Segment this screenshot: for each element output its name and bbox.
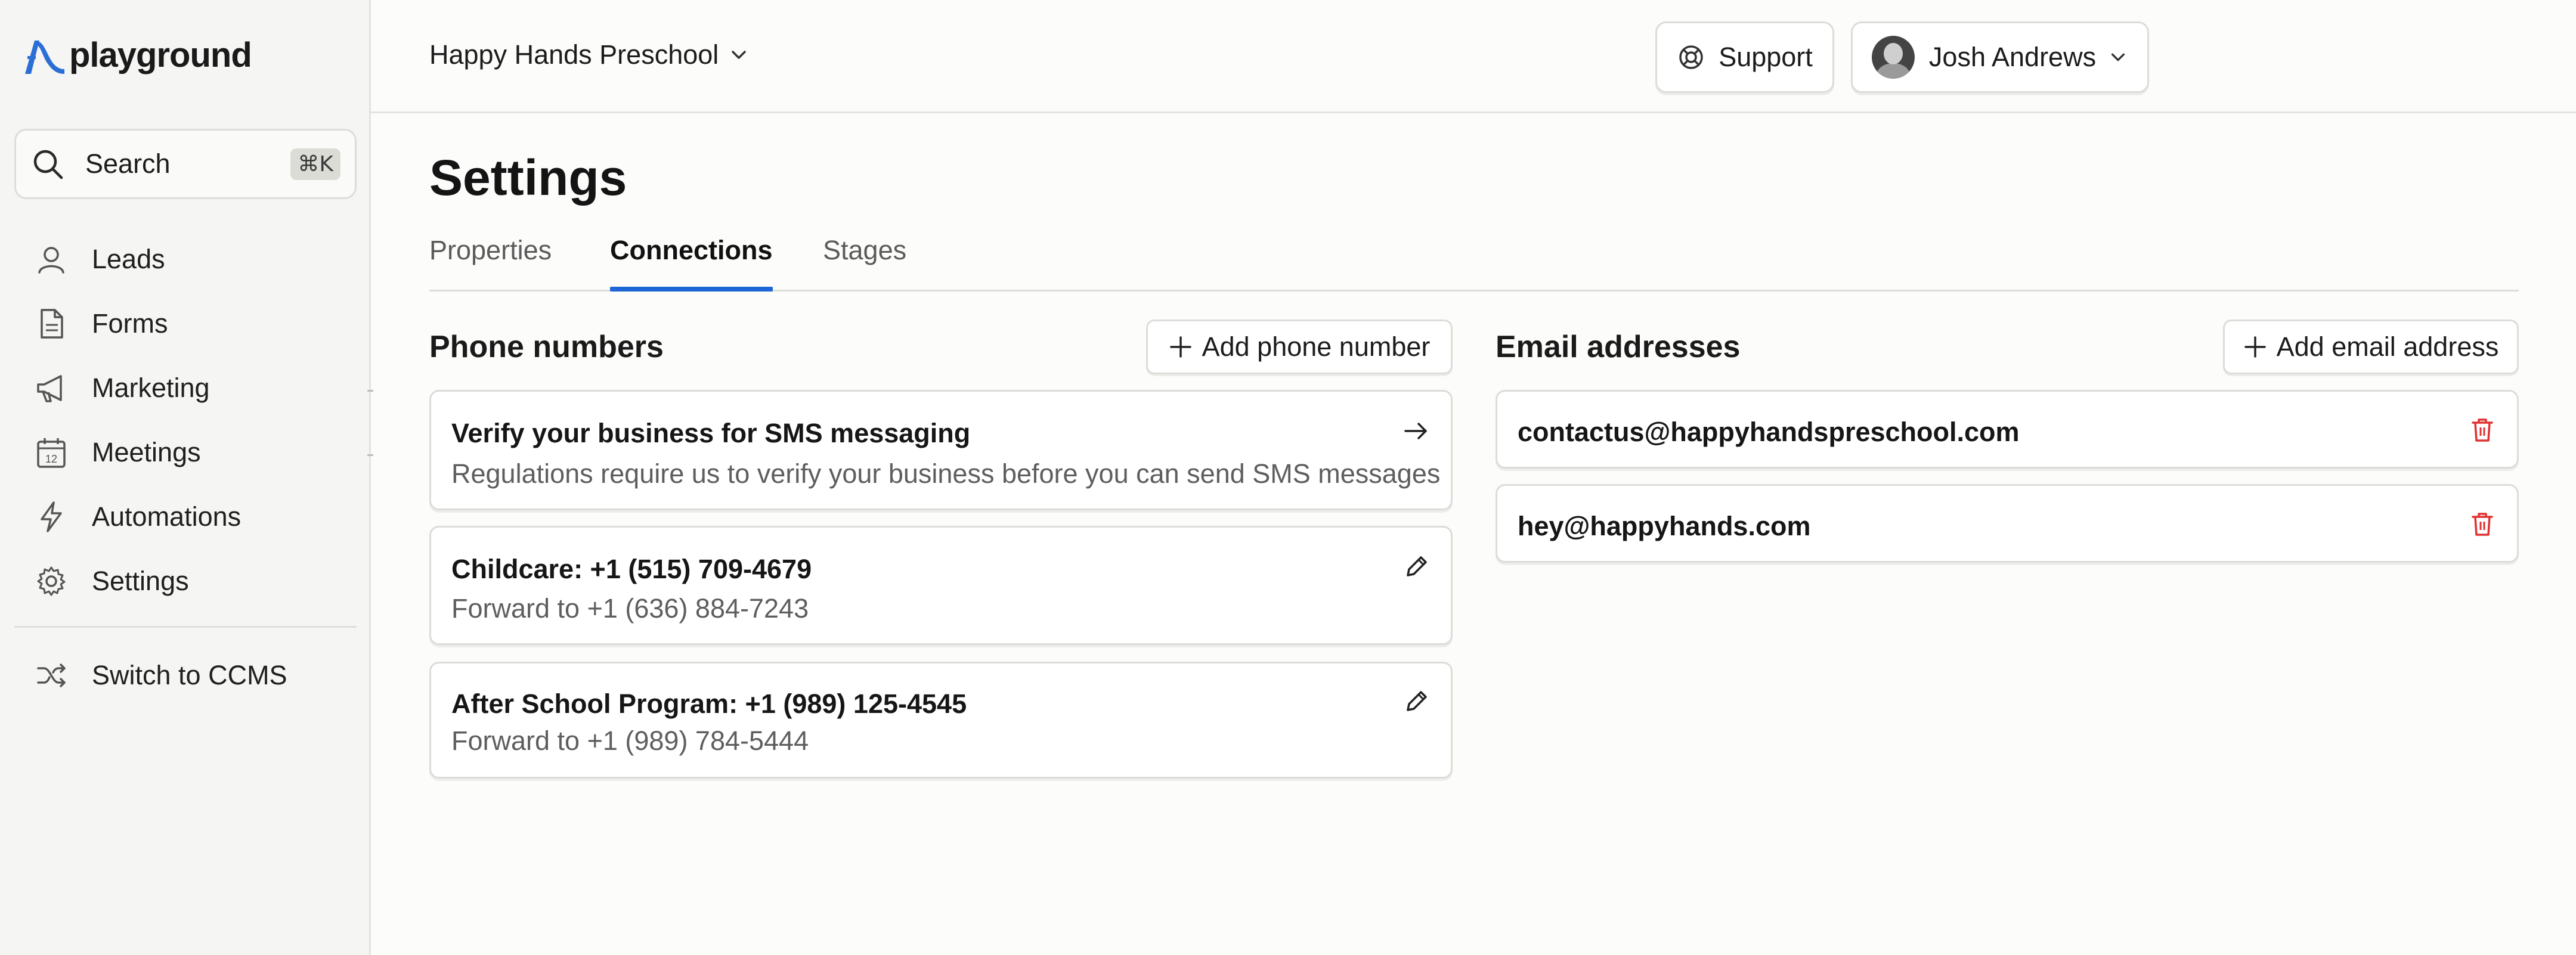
sidebar-item-settings[interactable]: Settings: [35, 560, 189, 602]
trash-delete-icon[interactable]: [2468, 510, 2497, 538]
sidebar-item-meetings[interactable]: 12 Meetings: [35, 432, 201, 473]
phone-forward-text: Forward to +1 (636) 884-7243: [451, 593, 809, 624]
tab-stages[interactable]: Stages: [823, 235, 906, 290]
email-address-card: hey@happyhands.com: [1496, 484, 2519, 563]
app-name: playground: [69, 35, 252, 75]
sidebar-item-label: Settings: [92, 566, 189, 596]
card-title: Verify your business for SMS messaging: [451, 418, 971, 448]
phone-number-title: After School Program: +1 (989) 125-4545: [451, 689, 967, 719]
slide-logo-icon: [25, 41, 64, 74]
sidebar-divider: [14, 626, 357, 628]
plus-icon: [2244, 336, 2266, 358]
tab-connections[interactable]: Connections: [610, 235, 773, 292]
card-subtitle: Regulations require us to verify your bu…: [451, 458, 1441, 489]
chevron-down-icon: [732, 51, 747, 59]
support-button[interactable]: Support: [1655, 21, 1834, 93]
email-addresses-title: Email addresses: [1496, 330, 1741, 364]
organization-name: Happy Hands Preschool: [429, 39, 719, 70]
sidebar-item-label: Meetings: [92, 437, 201, 467]
lifebuoy-icon: [1679, 45, 1703, 69]
avatar: [1871, 36, 1915, 79]
phone-number-card: After School Program: +1 (989) 125-4545 …: [429, 662, 1453, 779]
phone-numbers-title: Phone numbers: [429, 330, 664, 364]
app-logo[interactable]: playground: [19, 32, 252, 77]
user-name: Josh Andrews: [1928, 42, 2097, 72]
calendar-day-number: 12: [45, 453, 57, 465]
search-label: Search: [85, 148, 171, 179]
switch-label: Switch to CCMS: [92, 660, 287, 690]
user-icon: [38, 247, 64, 274]
sms-verification-card[interactable]: Verify your business for SMS messaging R…: [429, 390, 1453, 510]
organization-switcher[interactable]: Happy Hands Preschool: [429, 39, 750, 70]
sidebar-item-label: Forms: [92, 308, 168, 339]
sidebar-item-label: Automations: [92, 501, 242, 532]
phone-forward-text: Forward to +1 (989) 784-5444: [451, 725, 809, 756]
megaphone-icon: [37, 375, 62, 402]
document-icon: [41, 309, 63, 339]
phone-number-title: Childcare: +1 (515) 709-4679: [451, 554, 812, 584]
email-address-card: contactus@happyhandspreschool.com: [1496, 390, 2519, 469]
chevron-down-icon: [2111, 53, 2125, 61]
shuffle-icon: [37, 663, 66, 687]
search-icon: [33, 150, 63, 179]
trash-delete-icon[interactable]: [2468, 416, 2497, 444]
sidebar: playground Search ⌘K Leads Forms Marketi…: [0, 0, 373, 955]
add-phone-number-button[interactable]: Add phone number: [1146, 320, 1453, 374]
switch-to-ccms-link[interactable]: Switch to CCMS: [35, 655, 287, 696]
sidebar-item-leads[interactable]: Leads: [35, 238, 165, 280]
pencil-edit-icon[interactable]: [1402, 553, 1431, 581]
sidebar-item-label: Leads: [92, 244, 165, 274]
tab-properties[interactable]: Properties: [429, 235, 552, 290]
search-button[interactable]: Search ⌘K: [14, 129, 357, 199]
top-bar: Happy Hands Preschool Support Josh Andre…: [371, 0, 2576, 113]
sidebar-item-forms[interactable]: Forms: [35, 303, 168, 345]
sidebar-item-marketing[interactable]: Marketing: [35, 367, 210, 409]
gear-icon: [37, 566, 66, 596]
phone-number-card: Childcare: +1 (515) 709-4679 Forward to …: [429, 526, 1453, 645]
lightning-icon: [41, 501, 62, 532]
support-label: Support: [1719, 42, 1813, 72]
plus-icon: [1169, 336, 1191, 358]
add-email-address-button[interactable]: Add email address: [2223, 320, 2519, 374]
calendar-icon: 12: [37, 438, 66, 468]
user-menu-button[interactable]: Josh Andrews: [1851, 21, 2149, 93]
email-address-text: contactus@happyhandspreschool.com: [1518, 417, 2020, 447]
page-title: Settings: [429, 150, 627, 206]
email-address-text: hey@happyhands.com: [1518, 511, 1811, 541]
submenu-indicator: [367, 390, 373, 392]
add-email-address-label: Add email address: [2276, 331, 2499, 362]
sidebar-item-label: Marketing: [92, 373, 210, 403]
add-phone-number-label: Add phone number: [1202, 331, 1431, 362]
search-shortcut-badge: ⌘K: [290, 148, 340, 180]
arrow-right-icon[interactable]: [1402, 417, 1431, 445]
submenu-indicator: [367, 454, 373, 456]
sidebar-item-automations[interactable]: Automations: [35, 496, 241, 538]
settings-tabs: Properties Connections Stages: [429, 232, 2519, 292]
pencil-edit-icon[interactable]: [1402, 687, 1431, 716]
